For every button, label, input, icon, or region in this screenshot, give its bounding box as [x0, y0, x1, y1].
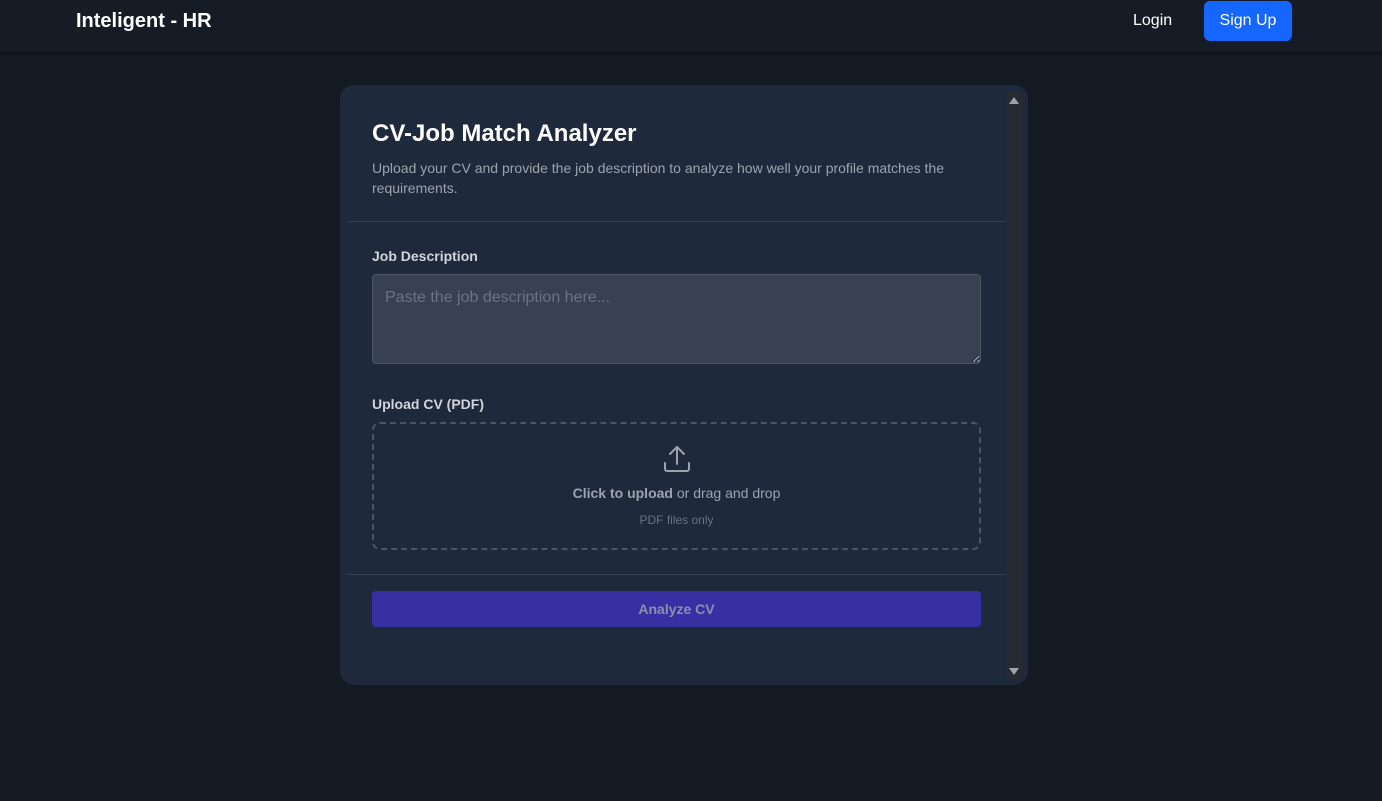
scroll-down-arrow-icon[interactable]	[1009, 668, 1019, 675]
upload-file-hint: PDF files only	[639, 513, 714, 527]
card-scrollbar[interactable]	[1006, 91, 1022, 681]
login-link[interactable]: Login	[1133, 12, 1172, 30]
cv-upload-dropzone[interactable]: Click to upload or drag and drop PDF fil…	[372, 422, 981, 550]
analyzer-card: CV-Job Match Analyzer Upload your CV and…	[340, 85, 1028, 685]
drag-drop-text: or drag and drop	[672, 485, 781, 501]
brand-logo[interactable]: Inteligent - HR	[76, 10, 212, 33]
top-navbar: Inteligent - HR Login Sign Up	[0, 0, 1382, 52]
upload-cv-label: Upload CV (PDF)	[372, 396, 484, 412]
footer-divider	[348, 574, 1005, 575]
click-to-upload-text[interactable]: Click to upload	[573, 485, 673, 501]
page-subtitle: Upload your CV and provide the job descr…	[372, 160, 944, 196]
job-description-input[interactable]	[372, 274, 981, 364]
signup-button[interactable]: Sign Up	[1204, 1, 1292, 41]
header-divider	[348, 221, 1005, 222]
page-title: CV-Job Match Analyzer	[372, 120, 637, 147]
upload-instructions: Click to upload or drag and drop	[374, 485, 979, 501]
job-description-label: Job Description	[372, 248, 478, 264]
upload-icon	[664, 446, 690, 472]
analyze-cv-button[interactable]: Analyze CV	[372, 591, 981, 627]
scroll-up-arrow-icon[interactable]	[1009, 97, 1019, 104]
